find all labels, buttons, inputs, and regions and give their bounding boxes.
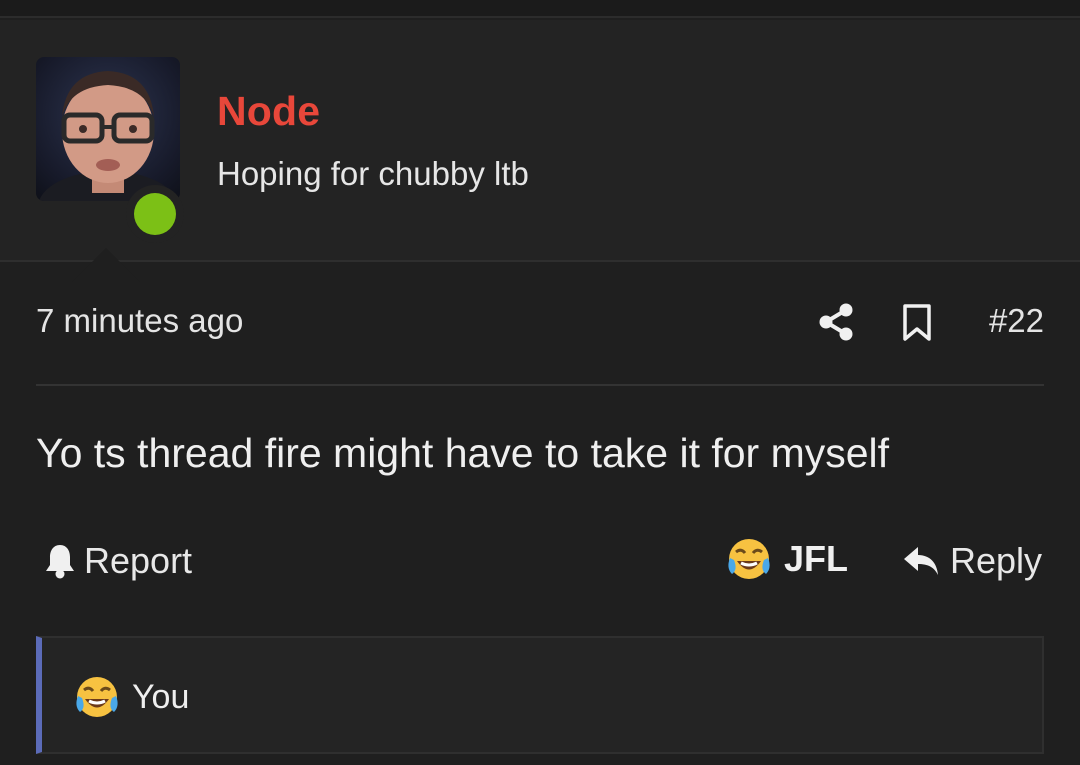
bookmark-icon[interactable] bbox=[902, 304, 932, 342]
avatar-image bbox=[36, 57, 180, 201]
user-info-block: Node Hoping for chubby ltb bbox=[0, 20, 1080, 282]
post-meta: 7 minutes ago #22 bbox=[36, 300, 1044, 386]
reply-button[interactable]: Reply bbox=[902, 540, 1042, 582]
top-bar bbox=[0, 0, 1080, 18]
report-label: Report bbox=[84, 540, 193, 581]
reactions-summary-label: You bbox=[132, 677, 190, 716]
post-number-link[interactable]: #22 bbox=[989, 302, 1044, 340]
username[interactable]: Node bbox=[217, 88, 320, 135]
reactions-summary[interactable]: You bbox=[36, 636, 1044, 754]
reaction-label: JFL bbox=[784, 538, 849, 579]
avatar[interactable] bbox=[36, 57, 184, 243]
post-actions: Report JFL Reply bbox=[36, 536, 1044, 588]
share-icon[interactable] bbox=[818, 302, 854, 342]
online-status-indicator bbox=[126, 185, 184, 243]
post-timestamp[interactable]: 7 minutes ago bbox=[36, 302, 243, 340]
post-body: Yo ts thread fire might have to take it … bbox=[36, 430, 890, 476]
report-button[interactable]: Report bbox=[44, 540, 192, 582]
user-title: Hoping for chubby ltb bbox=[217, 155, 529, 192]
reply-arrow-icon bbox=[903, 547, 938, 575]
laughing-crying-emoji-icon bbox=[76, 677, 118, 717]
reaction-button[interactable]: JFL bbox=[726, 536, 848, 582]
user-block-pointer bbox=[72, 248, 140, 282]
avatar-portrait-icon bbox=[38, 71, 178, 201]
bell-icon bbox=[46, 545, 74, 579]
laughing-crying-emoji-icon bbox=[728, 539, 770, 579]
reply-label: Reply bbox=[949, 540, 1042, 581]
